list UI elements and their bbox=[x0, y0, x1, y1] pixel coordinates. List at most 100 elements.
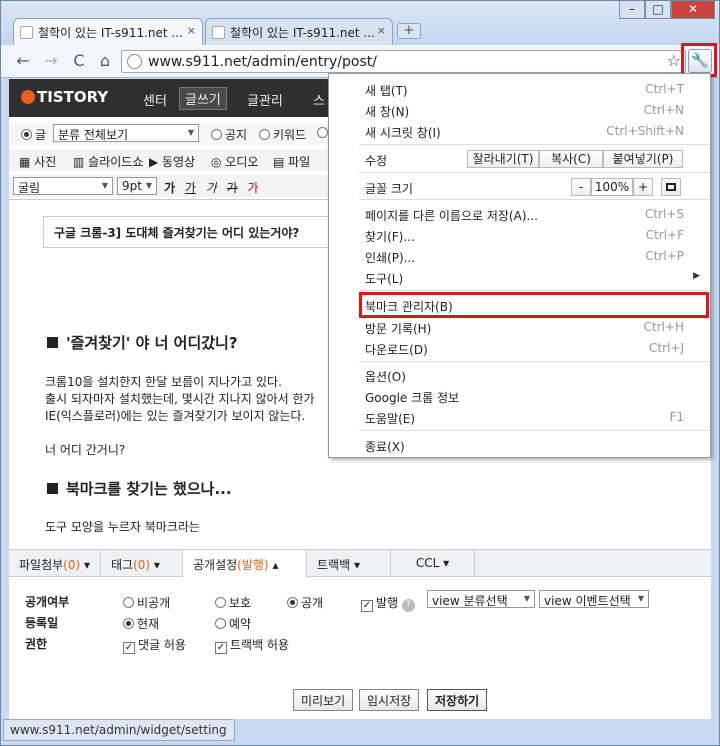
notice-option[interactable]: 공지 bbox=[211, 126, 247, 143]
menu-help[interactable]: 도움말(E) bbox=[365, 410, 415, 427]
type-post-option[interactable]: 글 bbox=[21, 126, 46, 143]
preview-button[interactable]: 미리보기 bbox=[293, 689, 354, 711]
italic-button[interactable]: 가 bbox=[203, 179, 220, 196]
tab-trackback[interactable]: 트랙백 ▾ bbox=[307, 550, 391, 577]
menu-downloads[interactable]: 다운로드(D) bbox=[365, 341, 428, 358]
post-paragraph: IE(익스플로러)에는 있는 즐겨찾기가 보이지 않는다. bbox=[45, 409, 306, 423]
menu-cut-button[interactable]: 잘라내기(T) bbox=[467, 150, 539, 168]
underline-button[interactable]: 가 bbox=[182, 179, 199, 196]
attach-photo-button[interactable]: ▦ 사진 bbox=[19, 153, 56, 170]
tab-active[interactable]: 철학이 있는 IT-s911.net ... × bbox=[13, 18, 203, 45]
title-bar: 철학이 있는 IT-s911.net ... × 철학이 있는 IT-s911.… bbox=[1, 1, 719, 45]
allow-trackback-checkbox[interactable]: ✓ 트랙백 허용 bbox=[215, 636, 289, 654]
menu-tools[interactable]: 도구(L) bbox=[365, 270, 403, 287]
shortcut-label: Ctrl+J bbox=[649, 341, 684, 355]
attach-slideshow-button[interactable]: ▥ 슬라이드쇼 bbox=[73, 153, 143, 170]
menu-incognito[interactable]: 새 시크릿 창(I) bbox=[365, 124, 441, 141]
favicon-icon bbox=[212, 26, 225, 39]
view-event-select[interactable]: view 이벤트선택 ▼ bbox=[539, 590, 649, 608]
menu-exit[interactable]: 종료(X) bbox=[365, 438, 405, 455]
reserve-option[interactable]: 예약 bbox=[215, 615, 251, 632]
help-icon[interactable]: ? bbox=[401, 599, 415, 612]
now-option[interactable]: 현재 bbox=[123, 615, 159, 632]
tab-ccl[interactable]: CCL ▾ bbox=[391, 550, 475, 577]
post-paragraph: 너 어디 간거니? bbox=[45, 443, 126, 457]
tab-close-icon[interactable]: × bbox=[187, 24, 196, 37]
public-option[interactable]: 공개 bbox=[287, 594, 323, 611]
tistory-logo: TISTORY bbox=[21, 88, 108, 106]
strike-button[interactable]: 가 bbox=[224, 179, 241, 196]
close-button[interactable]: ✕ bbox=[671, 1, 715, 19]
new-tab-button[interactable]: + bbox=[397, 23, 421, 39]
post-paragraph: 도구 모양을 누르자 북마크라는 bbox=[45, 520, 200, 534]
zoom-in-button[interactable]: + bbox=[633, 178, 653, 196]
bookmark-star-icon[interactable]: ☆ bbox=[667, 51, 681, 70]
tab-title: 철학이 있는 IT-s911.net ... bbox=[38, 26, 183, 40]
publish-checkbox[interactable]: ✓ 발행 ? bbox=[361, 594, 415, 612]
favicon-icon bbox=[20, 26, 33, 39]
tab-inactive[interactable]: 철학이 있는 IT-s911.net ... × bbox=[205, 18, 393, 45]
minimize-button[interactable]: – bbox=[619, 1, 645, 19]
menu-save-as[interactable]: 페이지를 다른 이름으로 저장(A)... bbox=[365, 207, 538, 224]
temp-save-button[interactable]: 임시저장 bbox=[359, 689, 420, 711]
shortcut-label: F1 bbox=[669, 410, 684, 424]
post-paragraph: 크롬10을 설치한지 한달 보름이 지나가고 있다. bbox=[45, 375, 282, 389]
bold-button[interactable]: 가 bbox=[161, 179, 178, 196]
category-select[interactable]: 분류 전체보기 ▼ bbox=[53, 124, 199, 142]
keyword-option[interactable]: 키워드 bbox=[259, 126, 306, 143]
menu-paste-button[interactable]: 붙여넣기(P) bbox=[603, 150, 683, 168]
menu-divider bbox=[359, 361, 709, 362]
fullscreen-icon[interactable] bbox=[661, 178, 681, 196]
menu-copy-button[interactable]: 복사(C) bbox=[539, 150, 603, 168]
view-category-select[interactable]: view 분류선택 ▼ bbox=[427, 590, 535, 608]
nav-write[interactable]: 글쓰기 bbox=[179, 87, 227, 110]
nav-manage[interactable]: 글관리 bbox=[247, 90, 283, 109]
tab-title: 철학이 있는 IT-s911.net ... bbox=[230, 26, 375, 40]
menu-options[interactable]: 옵션(O) bbox=[365, 368, 406, 385]
square-bullet-icon bbox=[47, 337, 58, 348]
zoom-level: 100% bbox=[591, 178, 633, 196]
maximize-button[interactable]: □ bbox=[645, 1, 671, 19]
menu-find[interactable]: 찾기(F)... bbox=[365, 228, 415, 245]
back-icon[interactable]: ← bbox=[13, 51, 33, 71]
menu-edit-label: 수정 bbox=[365, 154, 388, 168]
tab-attachments[interactable]: 파일첨부(0) ▾ bbox=[9, 550, 101, 577]
tab-tags[interactable]: 태그(0) ▾ bbox=[101, 550, 183, 577]
attach-file-button[interactable]: ▤ 파일 bbox=[273, 153, 310, 170]
nav-center[interactable]: 센터 bbox=[143, 90, 167, 109]
post-title-box: 구글 크롬-3] 도대체 즐겨찾기는 어디 있는거야? bbox=[43, 216, 363, 248]
menu-new-tab[interactable]: 새 탭(T) bbox=[365, 82, 408, 99]
attach-video-button[interactable]: ▶ 동영상 bbox=[149, 153, 195, 170]
shortcut-label: Ctrl+F bbox=[645, 228, 684, 242]
wrench-dropdown-menu: 새 탭(T) Ctrl+T 새 창(N) Ctrl+N 새 시크릿 창(I) C… bbox=[328, 73, 711, 458]
shortcut-label: Ctrl+H bbox=[643, 320, 684, 334]
zoom-out-button[interactable]: - bbox=[571, 178, 591, 196]
reload-icon[interactable]: C bbox=[69, 51, 89, 71]
post-paragraph: 출시 되자마자 설치했는데, 몇시간 지나지 않아서 한가 bbox=[45, 392, 315, 406]
menu-divider bbox=[359, 430, 709, 431]
home-icon[interactable]: ⌂ bbox=[95, 51, 115, 71]
forward-icon[interactable]: → bbox=[41, 51, 61, 71]
attach-audio-button[interactable]: ◎ 오디오 bbox=[211, 153, 258, 170]
allow-comments-checkbox[interactable]: ✓ 댓글 허용 bbox=[123, 636, 186, 654]
size-select[interactable]: 9pt ▼ bbox=[117, 177, 157, 195]
tab-close-icon[interactable]: × bbox=[377, 24, 386, 37]
menu-new-window[interactable]: 새 창(N) bbox=[365, 103, 409, 120]
settings-tabs: 파일첨부(0) ▾ 태그(0) ▾ 공개설정(발행) ▴ 트랙백 ▾ CCL ▾ bbox=[9, 549, 711, 578]
date-label: 등록일 bbox=[25, 616, 59, 630]
nav-more[interactable]: 스 bbox=[313, 90, 325, 109]
shortcut-label: Ctrl+N bbox=[643, 103, 684, 117]
highlight-box-wrench bbox=[681, 43, 717, 77]
menu-history[interactable]: 방문 기록(H) bbox=[365, 320, 431, 337]
shortcut-label: Ctrl+Shift+N bbox=[606, 124, 684, 138]
address-bar[interactable]: www.s911.net/admin/entry/post/ ☆ bbox=[121, 50, 686, 73]
menu-print[interactable]: 인쇄(P)... bbox=[365, 249, 415, 266]
save-button[interactable]: 저장하기 bbox=[427, 689, 488, 711]
menu-about[interactable]: Google 크롬 정보 bbox=[365, 389, 459, 406]
protected-option[interactable]: 보호 bbox=[215, 594, 251, 611]
private-option[interactable]: 비공개 bbox=[123, 594, 170, 611]
tab-publish-settings[interactable]: 공개설정(발행) ▴ bbox=[183, 550, 307, 578]
color-button[interactable]: 가 bbox=[245, 179, 262, 196]
highlight-box-bookmark bbox=[359, 292, 709, 318]
font-select[interactable]: 굴림 ▼ bbox=[13, 177, 113, 195]
